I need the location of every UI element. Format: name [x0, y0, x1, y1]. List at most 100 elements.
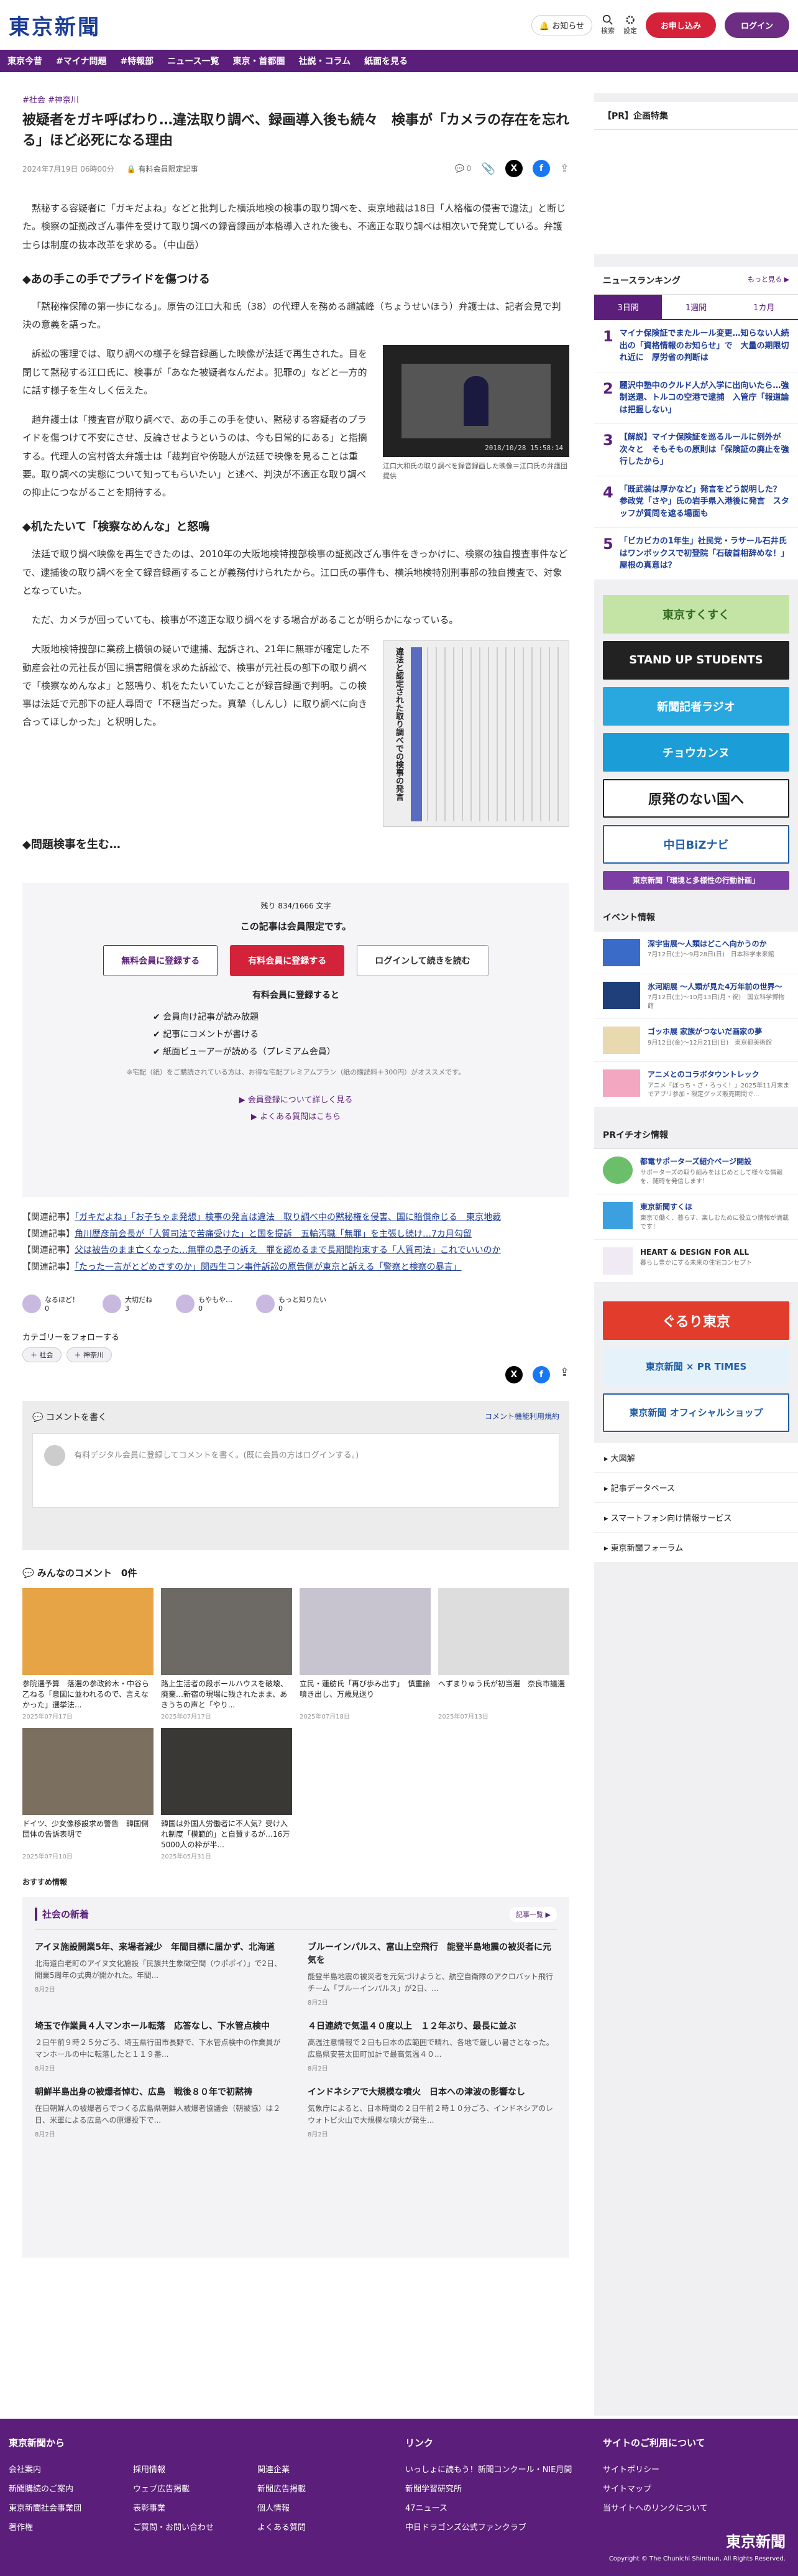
news-item[interactable]: インドネシアで大規模な噴火 日本への津波の影響なし 気象庁によると、日本時間の２日… [308, 2086, 557, 2138]
footer-logo[interactable]: 東京新聞 [726, 2529, 786, 2551]
side-link[interactable]: ▸ 大図解 [594, 1443, 798, 1473]
footer-link[interactable]: 東京新聞社会事業団 [9, 2501, 102, 2513]
notice-button[interactable]: 🔔 お知らせ [531, 14, 592, 35]
reaction-button[interactable]: 大切だね 3 [103, 1294, 152, 1313]
reaction-button[interactable]: なるほど！ 0 [22, 1294, 79, 1313]
footer-link[interactable]: サイトマップ [603, 2482, 708, 2494]
related-link[interactable]: 「たった一言がとどめさすのか」関西生コン事件訴訟の原告側が東京と訴える「警察と検… [75, 1262, 462, 1272]
site-logo[interactable]: 東京新聞 [9, 10, 101, 40]
news-item[interactable]: 埼玉で作業員４人マンホール転落 応答なし、下水管点検中 ２日午前９時２５分ごろ、埼… [35, 2020, 284, 2072]
related-link[interactable]: 「ガキだよね」「お子ちゃま発想」検事の発言は違法 取り調べ中の黙秘権を侵害、国に… [75, 1212, 501, 1222]
nav-item[interactable]: #特報部 [120, 55, 154, 67]
news-item[interactable]: アイヌ施設開業5年、来場者減少 年間目標に届かず、北海道 北海道白老町のアイヌ文化… [35, 1941, 284, 2006]
footer-link[interactable]: 新聞学習研究所 [405, 2482, 572, 2494]
banner-stand-up-students[interactable]: STAND UP STUDENTS [603, 640, 789, 680]
event-item[interactable]: 深宇宙展〜人類はどこへ向かうのか 7月12日(土)〜9月28日(日) 日本科学未来… [594, 931, 798, 974]
footer-link[interactable]: 新聞広告掲載 [257, 2482, 351, 2494]
event-item[interactable]: 氷河期展 〜人類が見た4万年前の世界〜 7月12日(土)〜10月13日(月・祝) … [594, 974, 798, 1020]
ranking-item[interactable]: 1 マイナ保険証でまたルール変更…知らない人続出の「資格情報のお知らせ」で 大量の… [594, 320, 798, 372]
nav-item[interactable]: 社説・コラム [299, 55, 351, 67]
tab-1month[interactable]: 1カ月 [730, 295, 798, 319]
comment-card[interactable]: 韓国は外国人労働者に不人気？受け入れ制度「模範的」と自賛するが…16万5000人… [161, 1727, 292, 1860]
pr-item[interactable]: 都電サポーターズ紹介ページ開設 サポーターズの取り組みをはじめとして様々な情報を、… [594, 1149, 798, 1194]
footer-link[interactable]: いっしょに読もう！新聞コンクール・NIE月間 [405, 2463, 572, 2475]
comment-card[interactable]: 路上生活者の段ボールハウスを破壊、廃棄…新宿の現場に残されたまま、あきうちの声と… [161, 1587, 292, 1720]
facebook-share-icon[interactable]: f [532, 160, 550, 177]
nav-item[interactable]: 東京今昔 [7, 55, 42, 67]
search-button[interactable]: 検索 [601, 14, 615, 35]
clip-icon[interactable]: 📎 [481, 162, 495, 175]
login-to-read-button[interactable]: ログインして続きを読む [357, 945, 488, 977]
login-button[interactable]: ログイン [724, 12, 789, 38]
side-link[interactable]: ▸ 東京新聞フォーラム [594, 1532, 798, 1563]
event-item[interactable]: ゴッホ展 家族がつないだ画家の夢 9月12日(金)〜12月21日(日) 東京都美術… [594, 1019, 798, 1063]
footer-link[interactable]: ご質問・お問い合わせ [133, 2521, 226, 2532]
news-item[interactable]: 朝鮮半島出身の被爆者悼む、広島 戦後８０年で初黙祷 在日朝鮮人の被爆者らでつくる広… [35, 2086, 284, 2138]
banner-radio[interactable]: 新聞記者ラジオ [603, 686, 789, 726]
nav-item[interactable]: #マイナ問題 [56, 55, 106, 67]
footer-link[interactable]: 中日ドラゴンズ公式ファンクラブ [405, 2521, 572, 2532]
comment-card[interactable]: 参院選予算 落選の参政鈴木・中谷ら乙ねる「意図に並われるので、言えなかった」選挙… [22, 1587, 154, 1720]
news-list-link[interactable]: 記事一覧 ▶ [510, 1906, 557, 1922]
nav-item[interactable]: 紙面を見る [364, 55, 408, 67]
settings-button[interactable]: 設定 [623, 14, 637, 35]
share-icon[interactable]: ⇪ [560, 1366, 569, 1383]
related-link[interactable]: 父は被告のまま亡くなった…無罪の息子の訴え 罪を認めるまで長期間拘束する「人質司… [75, 1245, 501, 1255]
footer-link[interactable]: 会社案内 [9, 2463, 102, 2475]
comment-card[interactable]: 立民・蓮舫氏「再び歩み出す」 慎重論噴き出し、万歳見送り 2025年07月18日 [300, 1587, 431, 1720]
tab-1week[interactable]: 1週間 [662, 295, 730, 319]
banner-gururi-tokyo[interactable]: ぐるり東京 [603, 1301, 789, 1340]
footer-link[interactable]: 個人情報 [257, 2501, 351, 2513]
banner-choukannu[interactable]: チョウカンヌ [603, 732, 789, 772]
x-share-icon[interactable]: X [505, 160, 523, 177]
reaction-button[interactable]: もっと知りたい 0 [256, 1294, 326, 1313]
footer-link[interactable]: 著作権 [9, 2521, 102, 2532]
related-link[interactable]: 角川歴彦前会長が「人質司法で苦痛受けた」と国を提訴 五輪汚職「無罪」を主張し続け… [75, 1229, 472, 1239]
comment-card[interactable]: ドイツ、少女像移設求め警告 韓国側団体の告訴表明で 2025年07月10日 [22, 1727, 154, 1860]
ranking-item[interactable]: 3 【解説】マイナ保険証を巡るルールに例外が次々と そもそもの原則は「保険証の廃止… [594, 424, 798, 476]
nav-item[interactable]: 東京・首都圏 [233, 55, 285, 67]
footer-link[interactable]: 新聞購読のご案内 [9, 2482, 102, 2494]
comment-prompt[interactable]: 有料デジタル会員に登録してコメントを書く。(既に会員の方はログインする。) [74, 1451, 359, 1460]
reaction-button[interactable]: もやもや… 0 [176, 1294, 232, 1313]
footer-link[interactable]: サイトポリシー [603, 2463, 708, 2475]
footer-link[interactable]: 表彰事業 [133, 2501, 226, 2513]
footer-link[interactable]: ウェブ広告掲載 [133, 2482, 226, 2494]
banner-official-shop[interactable]: 東京新聞 オフィシャルショップ [603, 1393, 789, 1432]
share-icon[interactable]: ⇪ [560, 162, 569, 175]
nav-item[interactable]: ニュース一覧 [167, 55, 219, 67]
banner-sukusuku[interactable]: 東京すくすく [603, 594, 789, 634]
follow-tag[interactable]: ＋ 神奈川 [66, 1347, 112, 1362]
register-button[interactable]: お申し込み [645, 12, 716, 38]
paid-register-button[interactable]: 有料会員に登録する [230, 945, 345, 977]
comment-input[interactable]: 有料デジタル会員に登録してコメントを書く。(既に会員の方はログインする。) [32, 1433, 559, 1508]
side-link[interactable]: ▸ 記事データベース [594, 1472, 798, 1503]
ranking-item[interactable]: 2 麗沢中塾中のクルド人が入学に出向いたら…強制送還、トルコの空港で逮捕 入管庁「… [594, 372, 798, 424]
tab-3days[interactable]: 3日間 [594, 295, 663, 319]
ranking-item[interactable]: 5 「ビカビカの1年生」社民党・ラサール石井氏はワンボックスで初登院「石破首相辞め… [594, 528, 798, 580]
member-detail-link[interactable]: ▶ 会員登録について詳しく見る [45, 1093, 547, 1105]
footer-link[interactable]: 採用情報 [133, 2463, 226, 2475]
footer-link[interactable]: 47ニュース [405, 2501, 572, 2513]
banner-no-nuclear[interactable]: 原発のない国へ [603, 778, 789, 818]
interrogation-video-photo[interactable]: 2018/10/28 15:58:14 [383, 345, 569, 458]
ranking-item[interactable]: 4 「既武装は厚かなど」発言をどう説明した？ 参政党「さや」氏の岩手県入港後に発言… [594, 476, 798, 528]
x-share-icon[interactable]: X [505, 1365, 523, 1383]
banner-pr-times[interactable]: 東京新聞 × PR TIMES [603, 1347, 789, 1386]
pr-item[interactable]: 東京新聞すくほ 東京で働く、暮らす、楽しむために役立つ情報が満載です！ [594, 1194, 798, 1240]
pr-item[interactable]: HEART & DESIGN FOR ALL 暮らし豊かにする未来の住宅コンセプト [594, 1239, 798, 1283]
facebook-share-icon[interactable]: f [532, 1365, 550, 1383]
comment-rules-link[interactable]: コメント機能利用規約 [485, 1411, 559, 1423]
event-item[interactable]: アニメとのコラボタウントレック アニメ『ぼっち・ざ・ろっく！』2025年11月末ま… [594, 1062, 798, 1108]
news-item[interactable]: ブルーインパルス、富山上空飛行 能登半島地震の被災者に元気を 能登半島地震の被災者… [308, 1941, 557, 2006]
footer-link[interactable]: よくある質問 [257, 2521, 351, 2532]
banner-action-plan[interactable]: 東京新聞「環境と多様性の行動計画」 [603, 870, 789, 890]
news-item[interactable]: ４日連続で気温４０度以上 １２年ぶり、最長に並ぶ 高温注意情報で２日も日本の広範囲… [308, 2020, 557, 2072]
comment-card[interactable]: へずまりゅう氏が初当選 奈良市議選 2025年07月13日 [438, 1587, 569, 1720]
follow-tag[interactable]: ＋ 社会 [22, 1347, 62, 1362]
footer-link[interactable]: 当サイトへのリンクについて [603, 2501, 708, 2513]
banner-biz-navi[interactable]: 中日BiZナビ [603, 824, 789, 864]
comment-count[interactable]: 💬 0 [455, 164, 471, 173]
article-tags[interactable]: #社会 #神奈川 [22, 93, 569, 105]
free-register-button[interactable]: 無料会員に登録する [103, 945, 218, 977]
